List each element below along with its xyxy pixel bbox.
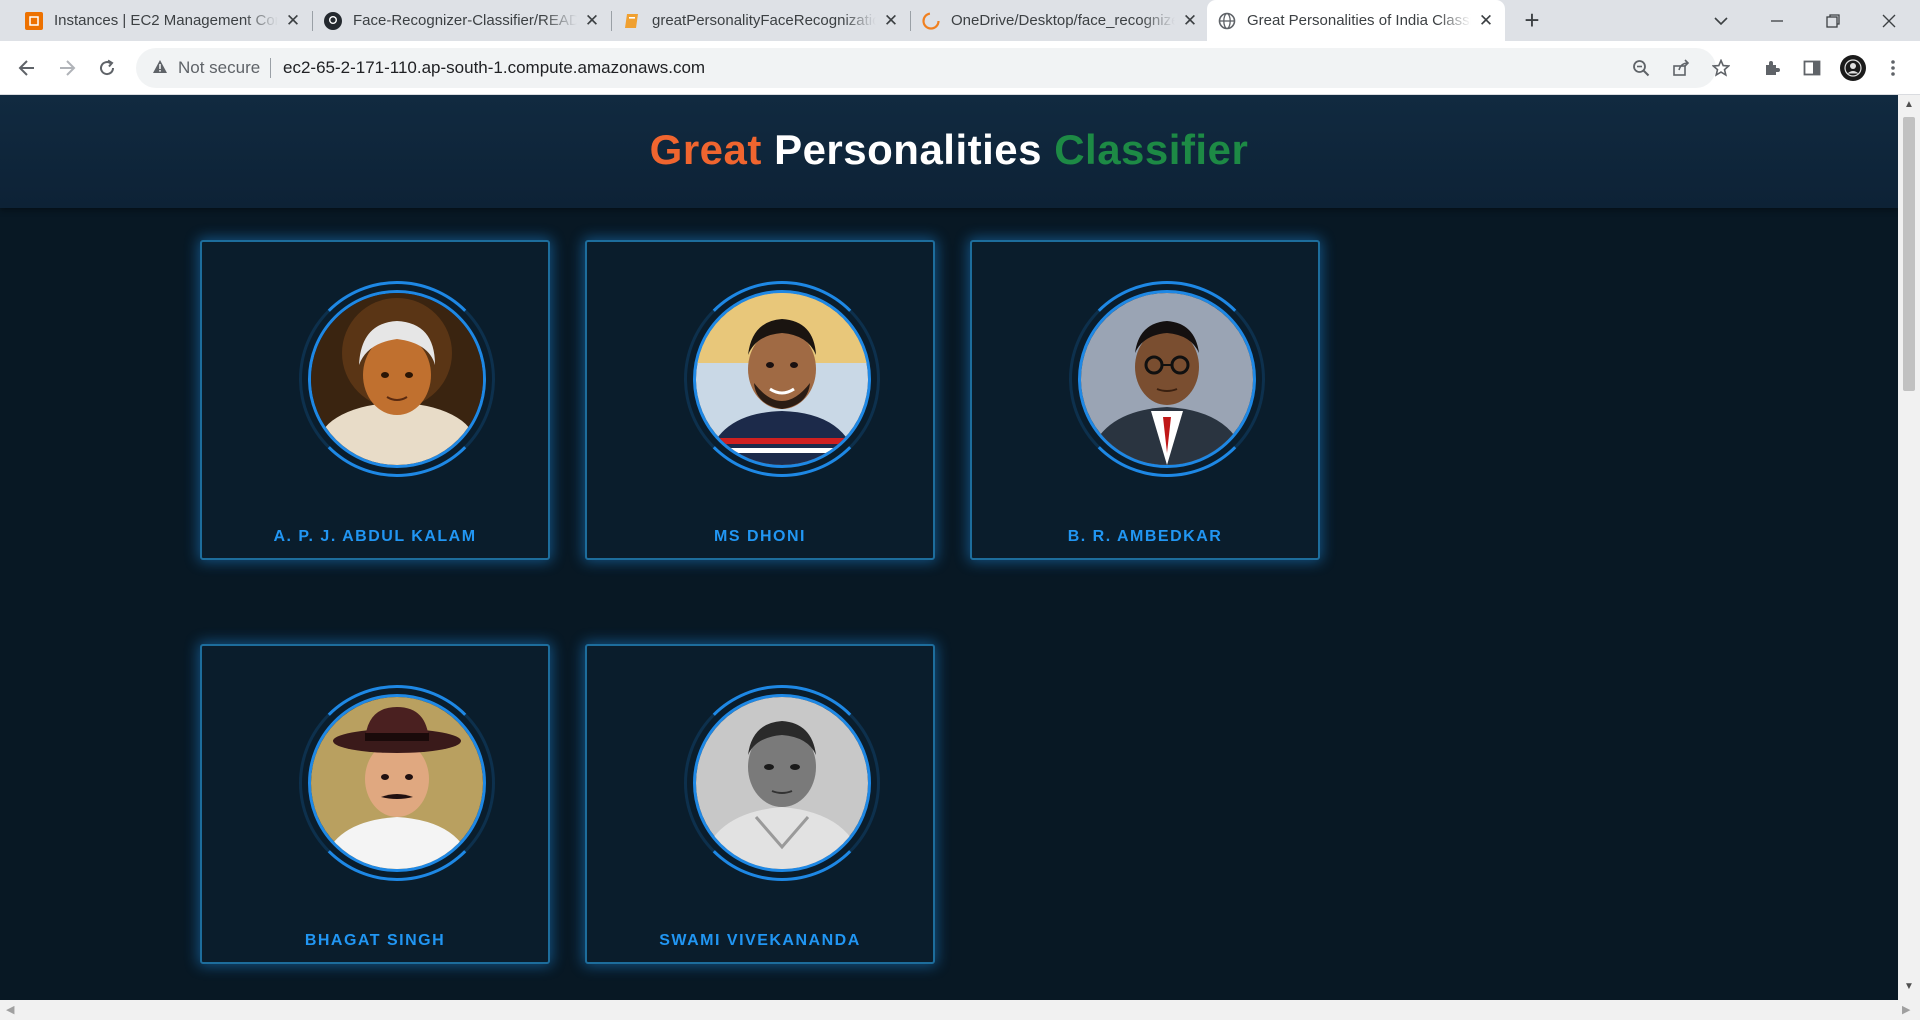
bookmark-star-icon[interactable] [1710,57,1732,79]
site-header: Great Personalities Classifier [0,95,1898,208]
back-button[interactable] [13,54,41,82]
personality-name: A. P. J. ABDUL KALAM [273,528,477,545]
personality-name: SWAMI VIVEKANANDA [659,932,861,949]
close-icon[interactable]: ✕ [882,11,900,31]
horizontal-scrollbar[interactable]: ◀ ▶ [0,1000,1920,1020]
zoom-icon[interactable] [1630,57,1652,79]
scroll-down-icon[interactable]: ▼ [1903,981,1915,995]
title-word-personalities: Personalities [774,126,1043,173]
restore-icon [1826,13,1840,28]
portrait-image [693,290,871,468]
close-icon[interactable]: ✕ [284,11,302,31]
portrait-image [308,694,486,872]
arrow-left-icon [18,60,34,76]
tab-onedrive[interactable]: OneDrive/Desktop/face_recognizer ✕ [911,0,1209,41]
side-panel-icon[interactable] [1799,55,1825,81]
personality-card-bhagat-singh[interactable]: BHAGAT SINGH [200,644,550,964]
vertical-scrollbar[interactable]: ▲ ▼ [1898,95,1920,1000]
close-window-button[interactable] [1861,0,1917,41]
portrait-image [693,694,871,872]
title-word-great: Great [649,126,762,173]
close-icon[interactable]: ✕ [583,11,601,31]
profile-avatar[interactable] [1840,55,1866,81]
personality-card-vivekananda[interactable]: SWAMI VIVEKANANDA [585,644,935,964]
tab-github-readme[interactable]: Face-Recognizer-Classifier/README.md ✕ [313,0,611,41]
chevron-down-icon [1714,16,1728,25]
reload-button[interactable] [93,54,121,82]
warning-icon[interactable] [152,59,168,80]
browser-tab-strip: Instances | EC2 Management Console ✕ Fac… [0,0,1920,41]
close-icon[interactable]: ✕ [1477,11,1495,31]
personality-card-kalam[interactable]: A. P. J. ABDUL KALAM [200,240,550,560]
github-icon [323,11,343,31]
tab-search-button[interactable] [1693,0,1749,41]
tab-ec2-instances[interactable]: Instances | EC2 Management Console ✕ [14,0,312,41]
divider [270,58,271,78]
arrow-right-icon [60,60,76,76]
minimize-button[interactable] [1749,0,1805,41]
portrait-image [308,290,486,468]
share-icon[interactable] [1670,57,1692,79]
scroll-right-icon[interactable]: ▶ [1902,1003,1910,1016]
forward-button[interactable] [53,54,81,82]
tab-title: Face-Recognizer-Classifier/README.md [353,12,577,29]
new-tab-button[interactable]: + [1518,7,1546,35]
reload-icon [100,59,115,76]
scroll-left-icon[interactable]: ◀ [6,1003,14,1016]
personality-name: B. R. AMBEDKAR [1067,528,1223,545]
aws-ec2-icon [24,11,44,31]
personality-name: MS DHONI [714,528,806,545]
scrollbar-thumb[interactable] [1903,117,1915,391]
extensions-puzzle-icon[interactable] [1759,55,1785,81]
close-icon[interactable]: ✕ [1181,11,1199,31]
web-page: Great Personalities Classifier A. P. J. … [0,95,1898,1000]
title-word-classifier: Classifier [1054,126,1249,173]
restore-button[interactable] [1805,0,1861,41]
security-status[interactable]: Not secure [178,58,260,78]
scroll-up-icon[interactable]: ▲ [1903,99,1915,113]
loading-spinner-icon [921,11,941,31]
notebook-icon [622,11,642,31]
personality-card-ambedkar[interactable]: B. R. AMBEDKAR [970,240,1320,560]
page-title: Great Personalities Classifier [0,126,1898,174]
address-bar[interactable]: Not secure ec2-65-2-171-110.ap-south-1.c… [136,48,1730,88]
minimize-icon [1771,19,1783,22]
close-icon [1882,14,1896,27]
tab-notebook[interactable]: greatPersonalityFaceRecognization ✕ [612,0,910,41]
tab-title: OneDrive/Desktop/face_recognizer [951,12,1175,29]
profile-icon [1844,59,1862,77]
browser-toolbar: Not secure ec2-65-2-171-110.ap-south-1.c… [0,41,1920,95]
globe-icon [1217,11,1237,31]
personality-name: BHAGAT SINGH [304,932,446,949]
tab-title: greatPersonalityFaceRecognization [652,12,876,29]
personality-card-dhoni[interactable]: MS DHONI [585,240,935,560]
url-text[interactable]: ec2-65-2-171-110.ap-south-1.compute.amaz… [283,58,705,78]
more-options-icon[interactable] [1880,55,1906,81]
tab-great-personalities[interactable]: Great Personalities of India Classifier … [1207,0,1505,41]
portrait-image [1078,290,1256,468]
tab-title: Instances | EC2 Management Console [54,12,278,29]
tab-title: Great Personalities of India Classifier [1247,12,1471,29]
